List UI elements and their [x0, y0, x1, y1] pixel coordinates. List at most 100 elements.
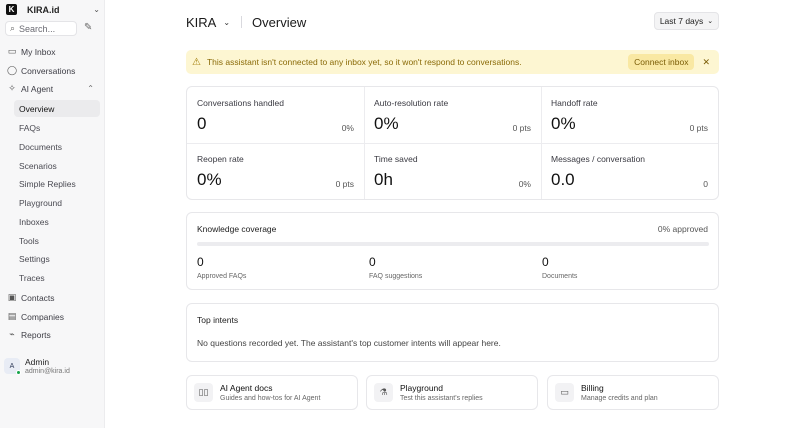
book-icon: ▯▯ [194, 383, 213, 402]
nav-my-inbox[interactable]: ▭ My Inbox [4, 43, 100, 60]
card-title: Top intents [197, 315, 239, 325]
metric-reopen-rate: Reopen rate 0% 0 pts [187, 143, 364, 199]
search-input[interactable]: ⌕ Search... [5, 21, 77, 36]
metric-auto-resolution-rate: Auto-resolution rate 0% 0 pts [364, 87, 541, 143]
inbox-icon: ▭ [7, 46, 17, 56]
connect-inbox-button[interactable]: Connect inbox [628, 54, 695, 70]
approved-percentage: 0% approved [657, 224, 708, 234]
metric-label: Handoff rate [551, 98, 598, 108]
coverage-progress-bar [197, 242, 709, 246]
page-header: KIRA ⌄ Overview [186, 12, 306, 32]
nav-my-inbox-label: My Inbox [21, 46, 56, 57]
billing-card[interactable]: ▭ Billing Manage credits and plan [547, 375, 719, 410]
metric-value: 0% [374, 114, 399, 133]
chevron-down-icon[interactable]: ⌄ [223, 18, 230, 27]
card-title: AI Agent docs [220, 383, 273, 393]
nav-sub-scenarios[interactable]: Scenarios [14, 157, 100, 174]
stat-label: FAQ suggestions [369, 273, 423, 280]
contacts-icon: ▣ [7, 292, 17, 302]
nav-sub-simple-replies[interactable]: Simple Replies [14, 175, 100, 192]
stat-value: 0 [369, 255, 376, 269]
metrics-grid: Conversations handled 0 0% Auto-resoluti… [186, 86, 719, 200]
metric-label: Messages / conversation [551, 154, 646, 164]
nav-sub-overview[interactable]: Overview [14, 100, 100, 117]
metric-time-saved: Time saved 0h 0% [364, 143, 541, 199]
stat-value: 0 [542, 255, 549, 269]
flask-icon: ⚗ [374, 383, 393, 402]
avatar: A [4, 358, 21, 375]
assistant-name[interactable]: KIRA [186, 15, 216, 30]
metric-value: 0% [197, 170, 222, 189]
compose-icon[interactable]: ✎ [84, 22, 92, 33]
user-name: Admin [25, 357, 50, 367]
card-subtitle: Manage credits and plan [581, 395, 658, 402]
page-title: Overview [252, 14, 307, 30]
online-status-icon [16, 370, 21, 375]
workspace-switcher[interactable]: K KIRA.id ⌄ [6, 3, 100, 16]
chevron-up-icon: ⌃ [87, 84, 94, 93]
metric-value: 0% [551, 114, 576, 133]
metric-label: Reopen rate [197, 154, 244, 164]
metric-label: Conversations handled [197, 98, 284, 108]
chevron-down-icon: ⌄ [93, 5, 100, 14]
nav-sub-settings[interactable]: Settings [14, 250, 100, 267]
stat-documents: 0 Documents [542, 255, 577, 280]
metric-value: 0h [374, 170, 393, 189]
nav-contacts-label: Contacts [21, 292, 55, 303]
nav-reports[interactable]: ⌁ Reports [4, 326, 100, 343]
nav-conversations-label: Conversations [21, 65, 76, 76]
nav-sub-documents[interactable]: Documents [14, 138, 100, 155]
nav-sub-playground[interactable]: Playground [14, 194, 100, 211]
search-icon: ⌕ [10, 23, 16, 33]
nav-sub-tools[interactable]: Tools [14, 232, 100, 249]
main-content: KIRA ⌄ Overview Last 7 days ⌄ ⚠ This ass… [106, 0, 800, 428]
nav-ai-agent[interactable]: ✧ AI Agent ⌃ [4, 80, 100, 97]
date-range-select[interactable]: Last 7 days ⌄ [654, 12, 719, 30]
nav-sub-traces[interactable]: Traces [14, 269, 100, 286]
close-icon[interactable]: ✕ [702, 57, 710, 68]
workspace-logo-icon: K [6, 4, 17, 15]
card-subtitle: Test this assistant's replies [400, 395, 483, 402]
chevron-down-icon: ⌄ [707, 18, 714, 25]
metric-handoff-rate: Handoff rate 0% 0 pts [541, 87, 718, 143]
stat-label: Approved FAQs [197, 273, 247, 280]
metric-delta: 0 pts [335, 179, 354, 189]
nav-companies-label: Companies [21, 311, 64, 322]
stat-label: Documents [542, 273, 578, 280]
card-title: Billing [581, 383, 604, 393]
connection-alert: ⚠ This assistant isn't connected to any … [186, 50, 719, 74]
search-placeholder: Search... [19, 23, 56, 34]
nav-conversations[interactable]: ◯ Conversations [4, 62, 100, 79]
card-title: Playground [400, 383, 444, 393]
metric-delta: 0% [518, 179, 531, 189]
user-menu[interactable]: A Admin admin@kira.id [4, 355, 100, 377]
card-title: Knowledge coverage [197, 224, 277, 234]
metric-delta: 0 pts [689, 123, 708, 133]
user-email: admin@kira.id [25, 368, 70, 375]
nav-contacts[interactable]: ▣ Contacts [4, 289, 100, 306]
card-icon: ▭ [555, 383, 574, 402]
metric-label: Time saved [374, 154, 418, 164]
sparkle-icon: ✧ [8, 83, 16, 93]
metric-delta: 0 pts [512, 123, 531, 133]
date-range-label: Last 7 days [659, 16, 704, 26]
nav-sub-faqs[interactable]: FAQs [14, 119, 100, 136]
stat-approved-faqs: 0 Approved FAQs [197, 255, 246, 280]
top-intents-card: Top intents No questions recorded yet. T… [186, 303, 719, 362]
metric-value: 0 [197, 114, 207, 133]
nav-companies[interactable]: ▤ Companies [4, 308, 100, 325]
nav-ai-agent-label: AI Agent [21, 83, 54, 94]
alert-text: This assistant isn't connected to any in… [206, 57, 522, 67]
nav-reports-label: Reports [21, 329, 51, 340]
sidebar: K KIRA.id ⌄ ⌕ Search... ✎ ▭ My Inbox ◯ C… [0, 0, 105, 428]
playground-card[interactable]: ⚗ Playground Test this assistant's repli… [366, 375, 538, 410]
metric-value: 0.0 [551, 170, 575, 189]
empty-state-text: No questions recorded yet. The assistant… [197, 338, 501, 348]
metric-label: Auto-resolution rate [374, 98, 449, 108]
metric-delta: 0 [703, 179, 708, 189]
ai-agent-docs-card[interactable]: ▯▯ AI Agent docs Guides and how-tos for … [186, 375, 358, 410]
chat-bubble-icon: ◯ [7, 65, 18, 75]
nav-sub-inboxes[interactable]: Inboxes [14, 213, 100, 230]
metric-delta: 0% [341, 123, 354, 133]
metric-conversations-handled: Conversations handled 0 0% [187, 87, 364, 143]
